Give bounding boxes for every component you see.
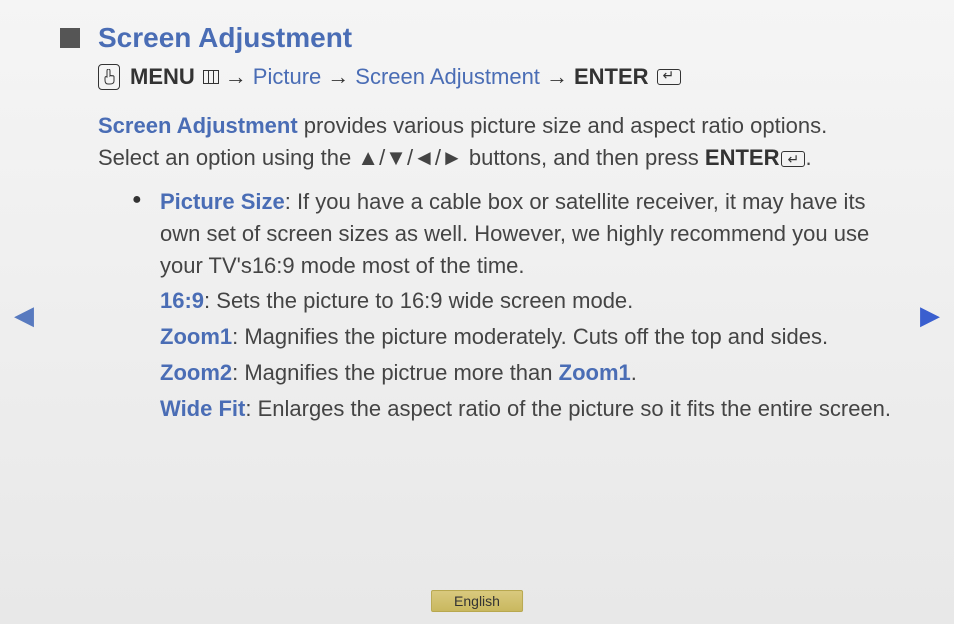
option-zoom2: Zoom2: Magnifies the pictrue more than Z… <box>160 357 894 389</box>
title-row: Screen Adjustment <box>60 22 894 54</box>
option-picture-size: Picture Size: If you have a cable box or… <box>132 186 894 425</box>
arrow-1: → <box>225 64 247 90</box>
zoom2-text-b: . <box>631 360 637 385</box>
zoom1-label: Zoom1 <box>160 324 232 349</box>
wide-fit-label: Wide Fit <box>160 396 245 421</box>
option-16-9: 16:9: Sets the picture to 16:9 wide scre… <box>160 285 894 317</box>
nav-prev-button[interactable]: ◀ <box>14 300 34 331</box>
intro-period: . <box>805 145 811 170</box>
nav-next-button[interactable]: ▶ <box>920 300 940 331</box>
menu-bars-icon <box>203 70 219 84</box>
path-enter: ENTER <box>574 64 649 90</box>
enter-icon-inline <box>781 151 805 167</box>
sixteen-nine-text: : Sets the picture to 16:9 wide screen m… <box>204 288 633 313</box>
intro-lead: Screen Adjustment <box>98 113 298 138</box>
options-list: Picture Size: If you have a cable box or… <box>132 186 894 425</box>
arrow-3: → <box>546 64 568 90</box>
hand-icon <box>98 64 120 90</box>
intro-enter: ENTER <box>705 145 780 170</box>
language-badge: English <box>431 590 523 612</box>
sixteen-nine-label: 16:9 <box>160 288 204 313</box>
path-picture: Picture <box>253 64 321 90</box>
zoom2-label: Zoom2 <box>160 360 232 385</box>
path-screen-adjustment: Screen Adjustment <box>355 64 540 90</box>
enter-icon <box>657 69 681 85</box>
page-title: Screen Adjustment <box>98 22 352 54</box>
option-zoom1: Zoom1: Magnifies the picture moderately.… <box>160 321 894 353</box>
menu-path: MENU → Picture → Screen Adjustment → ENT… <box>98 64 894 90</box>
picture-size-label: Picture Size <box>160 189 285 214</box>
intro-paragraph: Screen Adjustment provides various pictu… <box>98 110 894 174</box>
arrow-2: → <box>327 64 349 90</box>
wide-fit-text: : Enlarges the aspect ratio of the pictu… <box>245 396 891 421</box>
zoom1-text: : Magnifies the picture moderately. Cuts… <box>232 324 828 349</box>
zoom2-ref: Zoom1 <box>559 360 631 385</box>
nav-glyphs: ▲/▼/◄/► <box>357 145 462 170</box>
intro-text-b: buttons, and then press <box>463 145 705 170</box>
zoom2-text-a: : Magnifies the pictrue more than <box>232 360 559 385</box>
menu-label: MENU <box>130 64 195 90</box>
square-bullet-icon <box>60 28 80 48</box>
option-wide-fit: Wide Fit: Enlarges the aspect ratio of t… <box>160 393 894 425</box>
